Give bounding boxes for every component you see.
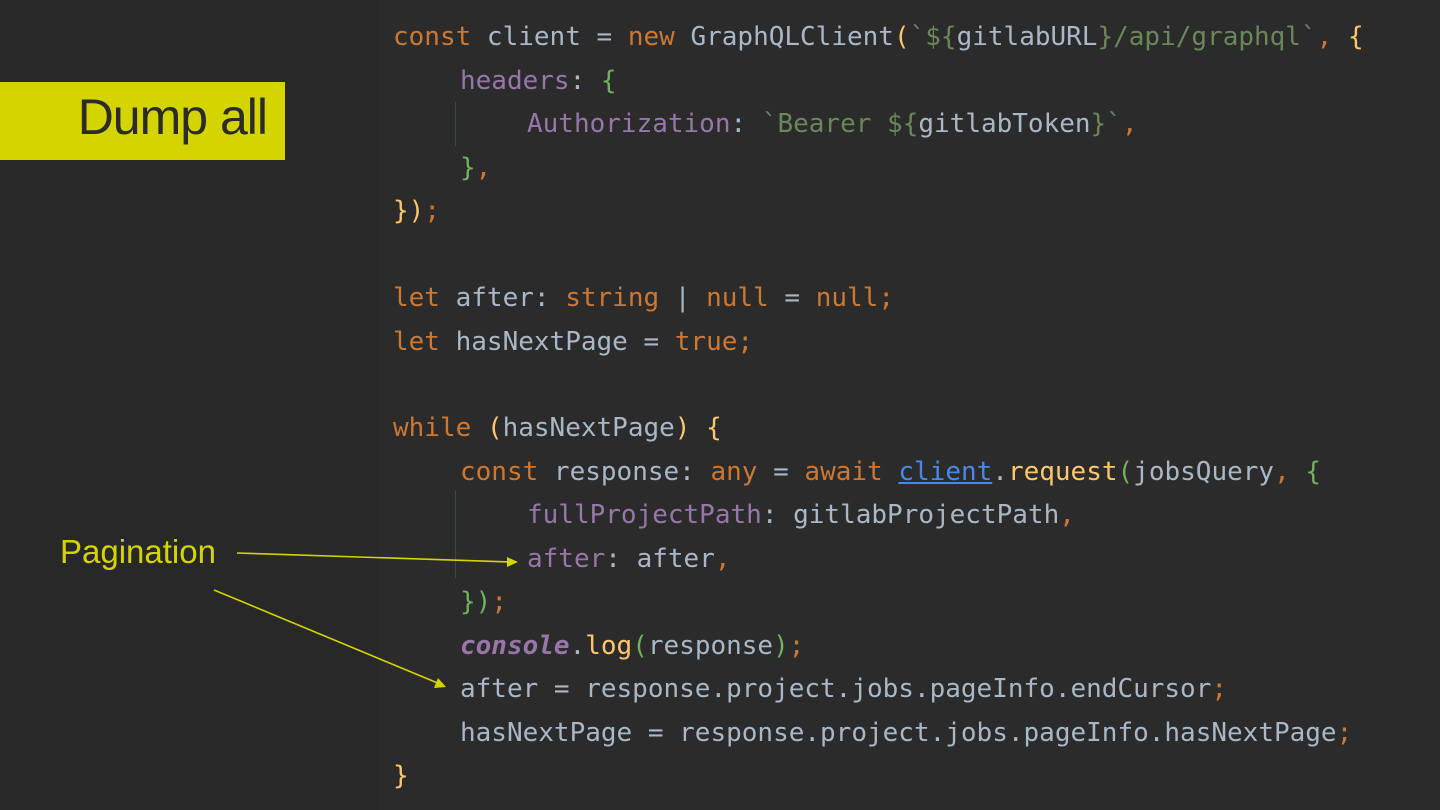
code-line-7: let after: string | null = null; xyxy=(393,283,894,313)
client-symbol-link[interactable]: client xyxy=(898,457,992,487)
code-line-4: }, xyxy=(460,153,492,183)
code-line-12: fullProjectPath: gitlabProjectPath, xyxy=(527,500,1075,530)
code-line-1: const client = new GraphQLClient(`${gitl… xyxy=(393,22,1364,52)
code-line-3: Authorization: `Bearer ${gitlabToken}`, xyxy=(527,109,1138,139)
code-line-10: while (hasNextPage) { xyxy=(393,413,722,443)
code-line-2: headers: { xyxy=(460,66,617,96)
code-line-17: hasNextPage = response.project.jobs.page… xyxy=(460,718,1353,748)
code-line-18: } xyxy=(393,761,409,791)
code-line-16: after = response.project.jobs.pageInfo.e… xyxy=(460,674,1228,704)
code-line-8: let hasNextPage = true; xyxy=(393,327,754,357)
code-line-13: after: after, xyxy=(527,544,731,574)
code-line-15: console.log(response); xyxy=(460,631,805,661)
arrow-to-end-cursor xyxy=(213,589,441,685)
arrow-head-after-param xyxy=(507,557,518,567)
arrow-to-after-param xyxy=(236,552,513,563)
code-line-5: }); xyxy=(393,196,440,226)
code-line-11: const response: any = await client.reque… xyxy=(460,457,1322,487)
code-line-14: }); xyxy=(460,587,507,617)
